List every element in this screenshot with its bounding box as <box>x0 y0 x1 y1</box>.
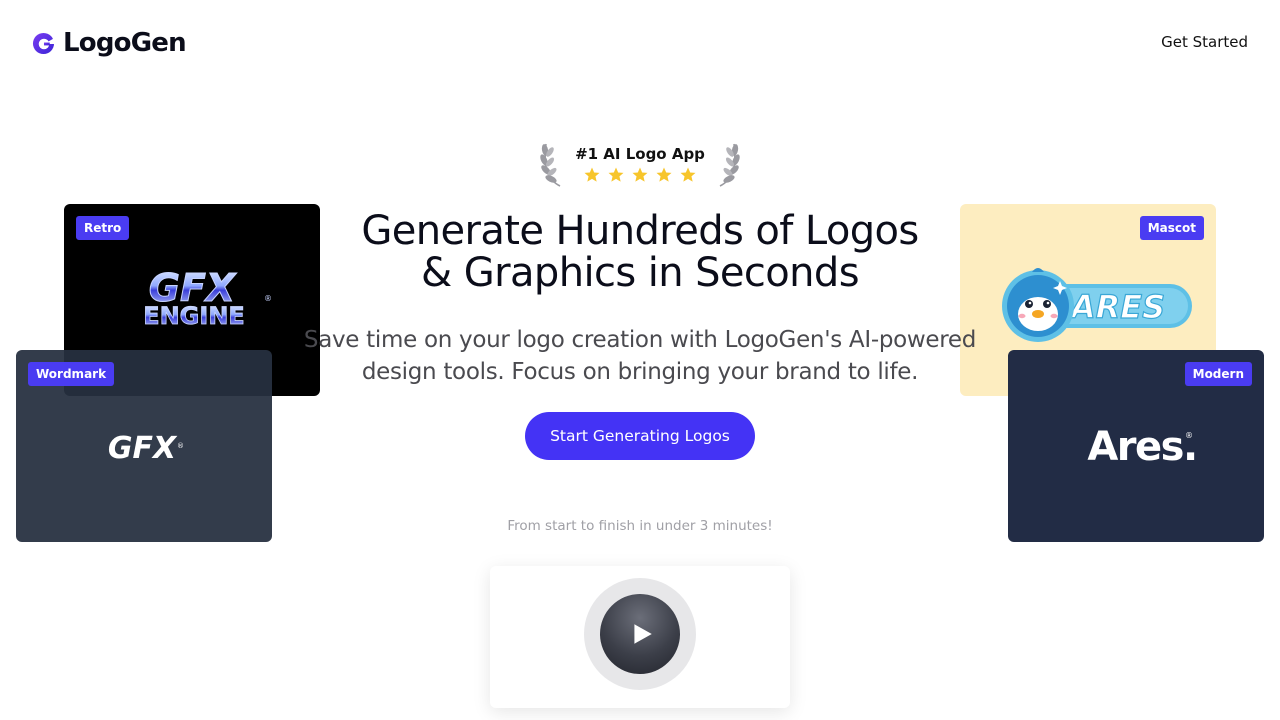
hero-subtitle: Save time on your logo creation with Log… <box>300 324 980 388</box>
hero-title: Generate Hundreds of Logos & Graphics in… <box>340 210 940 294</box>
award-title: #1 AI Logo App <box>575 145 705 163</box>
hero-note: From start to finish in under 3 minutes! <box>507 518 773 534</box>
brand-logo[interactable]: LogoGen <box>32 27 187 59</box>
svg-text:®: ® <box>177 442 184 450</box>
card-badge-wordmark: Wordmark <box>28 362 115 386</box>
penguin-mascot-icon <box>1002 268 1074 342</box>
play-icon <box>634 624 652 644</box>
svg-text:GFX: GFX <box>108 431 178 466</box>
brand-name: LogoGen <box>63 28 187 58</box>
star-icon <box>632 167 648 182</box>
hero-title-line-1: Generate Hundreds of Logos <box>361 208 919 254</box>
hero-subtitle-line-1: Save time on your logo creation with Log… <box>303 327 977 353</box>
svg-text:ENGINE: ENGINE <box>143 302 245 330</box>
play-button[interactable] <box>584 578 696 690</box>
star-rating <box>540 166 740 184</box>
svg-text:®: ® <box>264 294 272 303</box>
star-icon <box>680 167 696 182</box>
play-button-inner <box>600 594 680 674</box>
star-icon <box>608 167 624 182</box>
svg-text:®: ® <box>1185 431 1193 440</box>
card-badge-retro: Retro <box>76 216 130 240</box>
award-badge: #1 AI Logo App <box>540 140 740 190</box>
hero-title-line-2: & Graphics in Seconds <box>421 250 859 296</box>
wordmark-logo-card[interactable]: GFX ® Wordmark <box>16 350 272 542</box>
start-generating-logos-button[interactable]: Start Generating Logos <box>525 412 755 460</box>
demo-video-card[interactable] <box>490 566 790 708</box>
get-started-link[interactable]: Get Started <box>1161 32 1248 52</box>
svg-text:Ares.: Ares. <box>1087 424 1196 470</box>
hero-subtitle-line-2: design tools. Focus on bringing your bra… <box>361 359 919 385</box>
svg-text:ARES: ARES <box>1068 288 1165 326</box>
logogen-g-mark-icon <box>32 32 55 54</box>
modern-logo-card[interactable]: Ares. ® Modern <box>1008 350 1264 542</box>
card-badge-modern: Modern <box>1184 362 1252 386</box>
card-badge-mascot: Mascot <box>1139 216 1204 240</box>
star-icon <box>656 167 672 182</box>
star-icon <box>584 167 600 182</box>
